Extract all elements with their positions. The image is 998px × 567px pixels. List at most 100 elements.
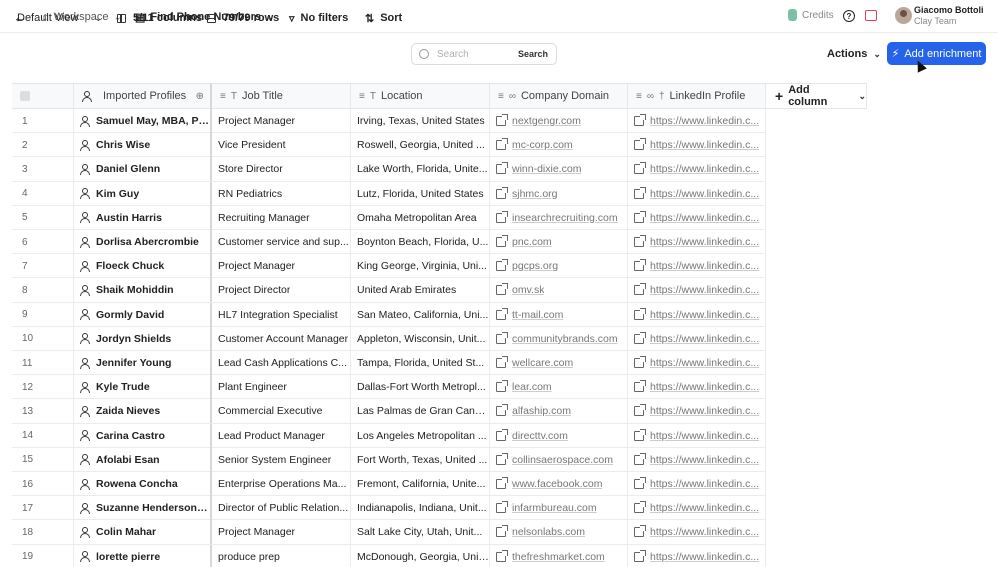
column-header-imported-profiles[interactable]: Imported Profiles ⊕ (74, 83, 212, 109)
cell-location[interactable]: Los Angeles Metropolitan ... (351, 423, 490, 448)
cell-company-domain[interactable]: winn-dixie.com (490, 157, 628, 182)
cell-imported-profile[interactable]: Chris Wise (74, 133, 212, 158)
cell-company-domain[interactable]: www.facebook.com (490, 472, 628, 496)
add-column-button[interactable]: + Add column ⌄ (766, 83, 867, 109)
search-button[interactable]: Search (518, 49, 548, 59)
cell-company-domain[interactable]: nextgengr.com (490, 109, 628, 133)
cell-company-domain[interactable]: wellcare.com (490, 351, 628, 375)
cell-location[interactable]: Omaha Metropolitan Area (351, 205, 490, 230)
cell-company-domain-text[interactable]: infarmbureau.com (512, 502, 597, 514)
cell-company-domain-text[interactable]: winn-dixie.com (512, 163, 581, 175)
cell-company-domain[interactable]: nelsonlabs.com (490, 520, 628, 545)
cell-location[interactable]: Tampa, Florida, United St... (351, 351, 490, 375)
external-link-icon[interactable] (496, 259, 508, 272)
cell-linkedin-profile[interactable]: https://www.linkedin.c... (628, 157, 766, 182)
cell-job-title[interactable]: Project Manager (212, 254, 351, 279)
cell-linkedin-profile[interactable]: https://www.linkedin.c... (628, 375, 766, 400)
external-link-icon[interactable] (634, 380, 646, 393)
external-link-icon[interactable] (496, 307, 508, 320)
cell-location[interactable]: Appleton, Wisconsin, Unit... (351, 326, 490, 351)
cell-company-domain[interactable]: pgcps.org (490, 254, 628, 279)
table-row[interactable]: 7 Floeck Chuck Project Manager King George,… (12, 254, 766, 279)
cell-company-domain[interactable]: communitybrands.com (490, 326, 628, 351)
help-icon[interactable]: ? (843, 10, 855, 22)
cell-company-domain[interactable]: mc-corp.com (490, 133, 628, 158)
row-number[interactable]: 15 (12, 447, 74, 472)
avatar[interactable] (895, 7, 912, 24)
cell-company-domain-text[interactable]: collinsaerospace.com (512, 454, 613, 466)
cell-job-title[interactable]: RN Pediatrics (212, 181, 351, 206)
cell-location[interactable]: McDonough, Georgia, Unit... (351, 544, 490, 567)
external-link-icon[interactable] (634, 307, 646, 320)
cell-linkedin-profile-text[interactable]: https://www.linkedin.c... (650, 502, 759, 514)
cell-company-domain[interactable]: thefreshmarket.com (490, 544, 628, 567)
cell-location[interactable]: Roswell, Georgia, United ... (351, 133, 490, 158)
cell-company-domain-text[interactable]: www.facebook.com (512, 478, 602, 490)
filters-button[interactable]: ▿ No filters (289, 10, 348, 26)
row-number[interactable]: 3 (12, 157, 74, 182)
external-link-icon[interactable] (634, 452, 646, 465)
external-link-icon[interactable] (634, 404, 646, 417)
cell-job-title[interactable]: Store Director (212, 157, 351, 182)
external-link-icon[interactable] (496, 477, 508, 489)
table-row[interactable]: 4 Kim Guy RN Pediatrics Lutz, Florida, Unit… (12, 181, 766, 206)
cell-linkedin-profile[interactable]: https://www.linkedin.c... (628, 278, 766, 303)
table-row[interactable]: 19 lorette pierre produce prep McDonough, G… (12, 544, 766, 567)
table-row[interactable]: 14 Carina Castro Lead Product Manager Los A… (12, 423, 766, 448)
select-all-header[interactable] (12, 83, 74, 109)
cell-linkedin-profile[interactable]: https://www.linkedin.c... (628, 496, 766, 521)
column-header-company-domain[interactable]: ≡ ∞ Company Domain (490, 83, 628, 109)
cell-company-domain-text[interactable]: communitybrands.com (512, 333, 618, 345)
table-row[interactable]: 18 Colin Mahar Project Manager Salt Lake Ci… (12, 520, 766, 545)
cell-location[interactable]: Indianapolis, Indiana, Unit... (351, 496, 490, 521)
cell-linkedin-profile[interactable]: https://www.linkedin.c... (628, 472, 766, 496)
cell-imported-profile[interactable]: Kyle Trude (74, 375, 212, 400)
search-input[interactable]: Search Search (411, 43, 557, 65)
external-link-icon[interactable] (634, 283, 646, 296)
cell-company-domain-text[interactable]: insearchrecruiting.com (512, 212, 618, 224)
cell-linkedin-profile-text[interactable]: https://www.linkedin.c... (650, 333, 759, 345)
cell-location[interactable]: Lake Worth, Florida, Unite... (351, 157, 490, 182)
cell-imported-profile[interactable]: Gormly David (74, 302, 212, 327)
external-link-icon[interactable] (634, 259, 646, 272)
row-number[interactable]: 6 (12, 230, 74, 254)
select-all-checkbox[interactable] (20, 91, 30, 101)
cell-company-domain-text[interactable]: alfaship.com (512, 405, 571, 417)
external-link-icon[interactable] (496, 283, 508, 296)
cell-job-title[interactable]: HL7 Integration Specialist (212, 302, 351, 327)
cell-linkedin-profile-text[interactable]: https://www.linkedin.c... (650, 405, 759, 417)
cell-company-domain-text[interactable]: nextgengr.com (512, 115, 581, 127)
cell-linkedin-profile-text[interactable]: https://www.linkedin.c... (650, 309, 759, 321)
row-number[interactable]: 1 (12, 109, 74, 133)
cell-job-title[interactable]: Lead Cash Applications C... (212, 351, 351, 375)
cell-company-domain[interactable]: omv.sk (490, 278, 628, 303)
cell-imported-profile[interactable]: lorette pierre (74, 544, 212, 567)
external-link-icon[interactable] (634, 501, 646, 514)
row-number[interactable]: 10 (12, 326, 74, 351)
row-number[interactable]: 8 (12, 278, 74, 303)
cell-linkedin-profile-text[interactable]: https://www.linkedin.c... (650, 212, 759, 224)
cell-location[interactable]: Dallas-Fort Worth Metropl... (351, 375, 490, 400)
cell-linkedin-profile-text[interactable]: https://www.linkedin.c... (650, 454, 759, 466)
table-row[interactable]: 6 Dorlisa Abercrombie Customer service and… (12, 230, 766, 255)
user-info[interactable]: Giacomo Bottoli Clay Team (914, 5, 984, 27)
cell-company-domain-text[interactable]: directtv.com (512, 430, 568, 442)
target-icon[interactable]: ⊕ (196, 91, 204, 102)
cell-linkedin-profile[interactable]: https://www.linkedin.c... (628, 399, 766, 424)
cell-company-domain-text[interactable]: wellcare.com (512, 357, 573, 369)
external-link-icon[interactable] (634, 331, 646, 344)
row-number[interactable]: 2 (12, 133, 74, 158)
external-link-icon[interactable] (634, 114, 646, 126)
cell-company-domain-text[interactable]: lear.com (512, 381, 552, 393)
cell-linkedin-profile-text[interactable]: https://www.linkedin.c... (650, 115, 759, 127)
cell-imported-profile[interactable]: Samuel May, MBA, PMP (74, 109, 212, 133)
cell-linkedin-profile-text[interactable]: https://www.linkedin.c... (650, 478, 759, 490)
cell-company-domain[interactable]: sjhmc.org (490, 181, 628, 206)
row-number[interactable]: 5 (12, 205, 74, 230)
actions-button[interactable]: Actions ⌄ (827, 43, 881, 65)
table-row[interactable]: 12 Kyle Trude Plant Engineer Dallas-Fort Wo… (12, 375, 766, 400)
cell-linkedin-profile-text[interactable]: https://www.linkedin.c... (650, 381, 759, 393)
cell-location[interactable]: Fremont, California, Unite... (351, 472, 490, 496)
cell-linkedin-profile-text[interactable]: https://www.linkedin.c... (650, 188, 759, 200)
cell-linkedin-profile-text[interactable]: https://www.linkedin.c... (650, 139, 759, 151)
